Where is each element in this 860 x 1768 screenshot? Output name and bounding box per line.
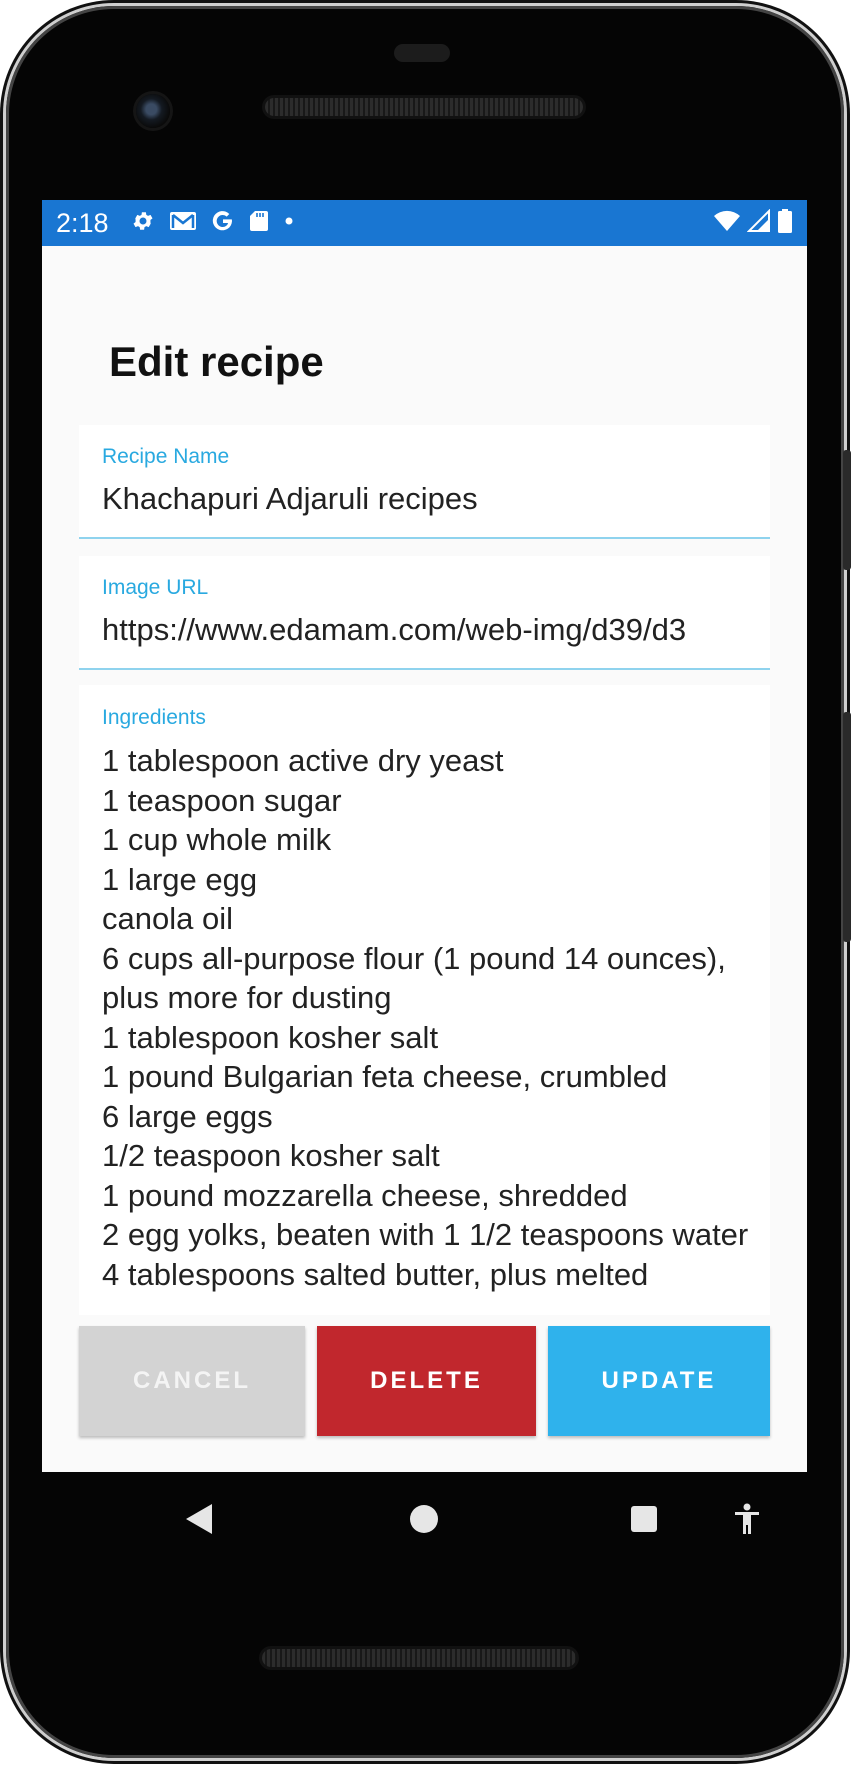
recipe-name-field[interactable]: Recipe Name Khachapuri Adjaruli recipes	[79, 425, 770, 539]
volume-button	[843, 712, 851, 942]
cancel-button[interactable]: CANCEL	[79, 1326, 305, 1436]
gmail-icon	[169, 209, 197, 238]
back-icon[interactable]	[184, 1502, 214, 1541]
recipe-name-label: Recipe Name	[102, 445, 230, 468]
earpiece-speaker	[265, 98, 583, 116]
front-camera	[136, 94, 170, 128]
status-bar: 2:18	[42, 200, 807, 246]
navigation-bar	[42, 1472, 807, 1582]
home-icon[interactable]	[408, 1502, 440, 1541]
signal-icon	[746, 208, 771, 238]
page-title: Edit recipe	[109, 338, 324, 385]
delete-button[interactable]: DELETE	[317, 1326, 536, 1436]
image-url-input[interactable]: https://www.edamam.com/web-img/d39/d3	[102, 612, 750, 648]
recents-icon[interactable]	[629, 1502, 659, 1541]
screen: 2:18 Edit recipe Recipe Name Khachapuri …	[42, 200, 807, 1472]
battery-icon	[777, 208, 793, 239]
accessibility-icon[interactable]	[732, 1502, 762, 1541]
recipe-name-input[interactable]: Khachapuri Adjaruli recipes	[102, 481, 750, 517]
bottom-speaker	[262, 1649, 576, 1667]
sd-card-icon	[249, 209, 269, 238]
power-button	[843, 450, 851, 570]
image-url-field[interactable]: Image URL https://www.edamam.com/web-img…	[79, 556, 770, 670]
gear-icon	[131, 209, 155, 238]
image-url-label: Image URL	[102, 576, 209, 599]
wifi-icon	[713, 209, 741, 238]
update-button[interactable]: UPDATE	[548, 1326, 770, 1436]
ingredients-textarea[interactable]: 1 tablespoon active dry yeast 1 teaspoon…	[102, 741, 750, 1294]
google-icon	[211, 209, 235, 238]
ingredients-field[interactable]: Ingredients 1 tablespoon active dry yeas…	[79, 685, 770, 1315]
sensor-notch	[394, 44, 450, 62]
ingredients-label: Ingredients	[102, 706, 206, 729]
status-time: 2:18	[56, 207, 109, 238]
dot-icon	[283, 209, 295, 238]
